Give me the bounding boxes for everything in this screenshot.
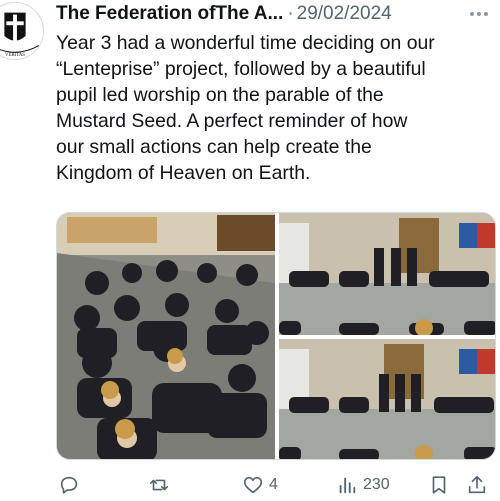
heart-icon xyxy=(243,476,263,494)
like-button[interactable]: 4 xyxy=(242,474,278,496)
more-icon xyxy=(470,12,488,16)
author-name[interactable]: The Federation ofThe A... xyxy=(56,3,283,25)
retweet-button[interactable] xyxy=(148,474,170,496)
more-options-button[interactable] xyxy=(466,1,492,27)
tweet-header: The Federation ofThe A... · 29/02/2024 xyxy=(56,1,492,27)
share-icon xyxy=(468,475,486,494)
retweet-icon xyxy=(149,479,169,491)
reply-icon xyxy=(60,476,78,494)
reply-button[interactable] xyxy=(58,474,80,496)
views-icon xyxy=(339,477,356,494)
share-button[interactable] xyxy=(466,474,488,496)
like-count: 4 xyxy=(269,476,278,493)
separator: · xyxy=(287,3,294,24)
bookmark-button[interactable] xyxy=(428,474,450,496)
photo-left[interactable] xyxy=(57,213,275,459)
bookmark-icon xyxy=(432,476,446,494)
media-grid xyxy=(56,212,496,460)
views-button[interactable]: 230 xyxy=(336,474,390,496)
photo-bottom-right[interactable] xyxy=(279,339,495,459)
views-count: 230 xyxy=(363,476,390,493)
tweet-date[interactable]: 29/02/2024 xyxy=(297,3,392,25)
svg-text:VERITAS: VERITAS xyxy=(5,53,25,58)
photo-top-right[interactable] xyxy=(279,213,495,335)
avatar[interactable]: VERITAS xyxy=(0,2,44,60)
tweet-text: Year 3 had a wonderful time deciding on … xyxy=(56,32,435,184)
action-bar: 4 230 xyxy=(56,470,492,500)
